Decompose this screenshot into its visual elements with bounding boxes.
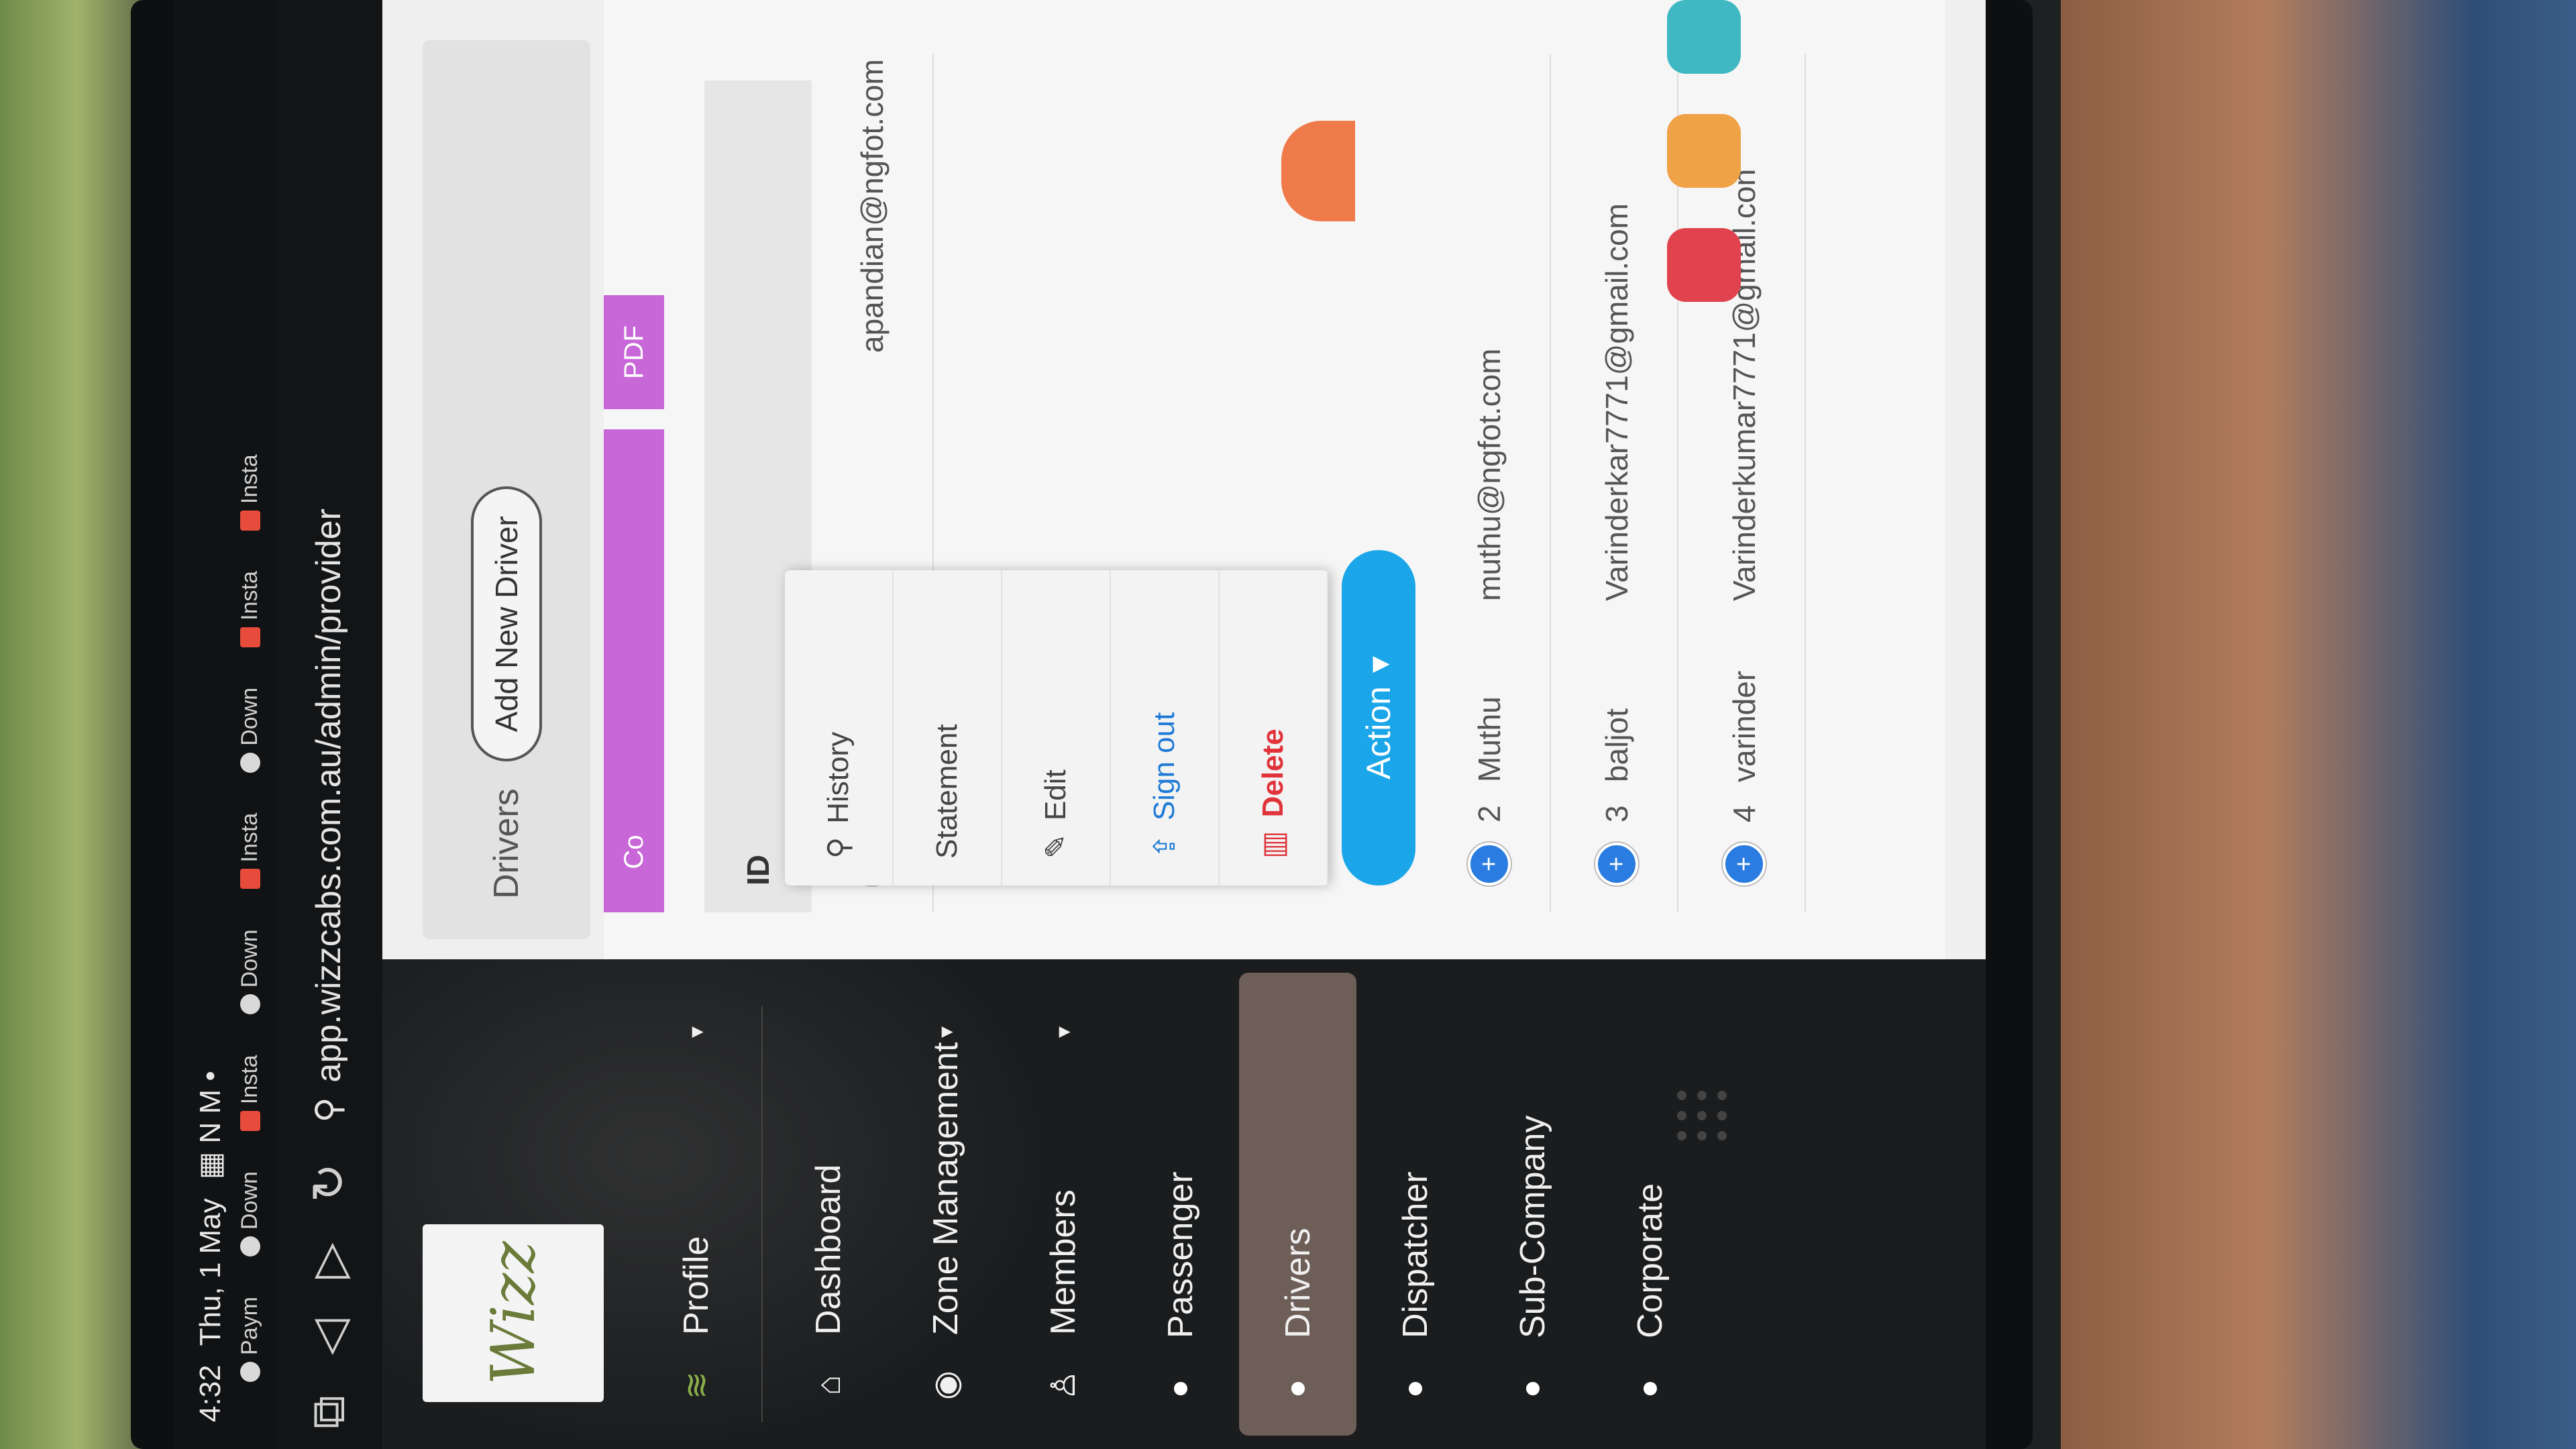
edit-menu-item[interactable]: ✎ Edit (1002, 570, 1111, 885)
column-header-id[interactable]: ID (740, 855, 776, 885)
chevron-down-icon: ▾ (932, 1026, 959, 1038)
signout-menu-item[interactable]: ⇪ Sign out (1111, 570, 1220, 885)
app-dock (1637, 0, 1771, 959)
status-date: Thu, 1 May (193, 1198, 227, 1346)
sidebar-menu: ≋ Profile ▾ ⌂ Dashboard ◉ Zone Managemen… (637, 959, 1709, 1449)
d-logo-icon (239, 627, 260, 647)
calendar-icon[interactable] (1667, 0, 1741, 74)
tab-install[interactable]: Insta (237, 1055, 263, 1132)
divider (761, 1006, 763, 1422)
driver-email: apandian@ngfot.com (855, 59, 890, 353)
rotated-screen: 4:32 Thu, 1 May ▦ N M • Paym Down Insta … (174, 0, 1986, 1449)
wizz-logo-icon: ≋ (677, 1371, 715, 1399)
tabs-icon[interactable]: ⧉ (301, 1395, 356, 1429)
tab-favicon-icon (239, 1362, 260, 1382)
driver-id: 2 (1472, 805, 1507, 822)
driver-id: 3 (1599, 805, 1634, 822)
page-title: Drivers (487, 788, 526, 899)
shield-icon (239, 1236, 260, 1257)
tab-payment[interactable]: Paym (237, 1297, 263, 1382)
forward-icon[interactable]: ▷ (301, 1242, 356, 1279)
row-action-dropdown: ⚲ History Statement ✎ Edit ⇪ Sign out ▥ … (785, 570, 1328, 885)
browser-toolbar: ⧉ ◁ ▷ ↻ ⚲ app.wizzcabs.com.au/admin/prov… (275, 0, 382, 1449)
pdf-export-button[interactable]: PDF (604, 295, 664, 409)
status-time: 4:32 (193, 1364, 227, 1422)
globe-icon: ◉ (926, 1371, 965, 1400)
tab-download[interactable]: Down (237, 688, 263, 773)
logo-text: Wizz (478, 1241, 549, 1385)
app-drawer-icon[interactable] (1677, 1087, 1731, 1140)
statement-menu-item[interactable]: Statement (894, 570, 1002, 885)
shield-icon (239, 752, 260, 773)
export-buttons: Co (604, 429, 664, 912)
caret-down-icon: ▾ (1360, 655, 1397, 674)
reload-icon[interactable]: ↻ (301, 1163, 356, 1203)
export-button[interactable] (604, 671, 664, 792)
expand-row-icon[interactable]: + (1595, 843, 1638, 885)
bullet-icon (1291, 1382, 1305, 1395)
bullet-icon (1525, 1382, 1540, 1395)
user-icon: ♙ (1044, 1370, 1082, 1401)
sidebar-item-profile[interactable]: ≋ Profile ▾ (637, 959, 755, 1449)
driver-name: Muthu (1472, 696, 1507, 782)
action-button[interactable]: Action ▾ (1342, 550, 1415, 885)
pencil-icon: ✎ (1039, 834, 1073, 859)
sidebar-item-members[interactable]: ♙ Members ▾ (1004, 959, 1122, 1449)
delete-menu-item[interactable]: ▥ Delete (1220, 570, 1328, 885)
driver-email: muthu@ngfot.com (1472, 348, 1507, 601)
d-logo-icon (239, 1111, 260, 1132)
sidebar-item-drivers[interactable]: Drivers (1239, 973, 1356, 1436)
copy-export-button[interactable]: Co (604, 792, 664, 912)
url-text: app.wizzcabs.com.au/admin/provider (309, 508, 348, 1083)
tab-download[interactable]: Down (237, 1171, 263, 1257)
bullet-icon (1173, 1382, 1187, 1395)
notification-icons: ▦ N M • (194, 1071, 227, 1180)
address-bar[interactable]: ⚲ app.wizzcabs.com.au/admin/provider (309, 508, 349, 1123)
sidebar-item-sub-company[interactable]: Sub-Company (1474, 959, 1591, 1449)
open-tabs-strip: Paym Down Insta Down Insta Down Insta In… (227, 0, 263, 1449)
status-bar: 4:32 Thu, 1 May ▦ N M • Paym Down Insta … (174, 0, 275, 1449)
export-button[interactable] (604, 550, 664, 671)
sidebar-item-passenger[interactable]: Passenger (1122, 959, 1239, 1449)
expand-row-icon[interactable]: + (1468, 843, 1511, 885)
tab-install[interactable]: Insta (237, 454, 263, 531)
sidebar-item-corporate[interactable]: Corporate (1591, 959, 1709, 1449)
sidebar-item-dashboard[interactable]: ⌂ Dashboard (769, 959, 887, 1449)
site-settings-icon[interactable]: ⚲ (309, 1097, 349, 1123)
app-icon[interactable] (1667, 228, 1741, 302)
status-pill (1281, 121, 1355, 221)
tab-download[interactable]: Down (237, 929, 263, 1015)
home-icon: ⌂ (809, 1375, 847, 1396)
page-header: Drivers Add New Driver (423, 40, 590, 939)
signout-icon: ⇪ (1148, 834, 1181, 859)
table-row: + 2 Muthu muthu@ngfot.com (1429, 54, 1551, 912)
history-menu-item[interactable]: ⚲ History (785, 570, 894, 885)
tab-install[interactable]: Insta (237, 571, 263, 647)
logo[interactable]: Wizz (423, 1224, 604, 1402)
add-new-driver-button[interactable]: Add New Driver (471, 486, 542, 762)
back-icon[interactable]: ◁ (301, 1319, 356, 1355)
sidebar: Wizz ≋ Profile ▾ ⌂ Dashboard ◉ Zone Mana… (382, 959, 1986, 1449)
chevron-down-icon: ▾ (1050, 1026, 1076, 1038)
driver-email: Varinderkar7771@gmail.com (1599, 203, 1634, 601)
sidebar-item-zone-management[interactable]: ◉ Zone Management ▾ (887, 959, 1004, 1449)
chevron-down-icon: ▾ (683, 1026, 709, 1038)
trash-icon: ▥ (1256, 830, 1290, 859)
d-logo-icon (239, 869, 260, 890)
driver-name: baljot (1599, 708, 1634, 782)
sidebar-item-dispatcher[interactable]: Dispatcher (1356, 959, 1474, 1449)
search-icon: ⚲ (822, 837, 855, 859)
d-logo-icon (239, 511, 260, 531)
bullet-icon (1408, 1382, 1422, 1395)
bullet-icon (1643, 1382, 1657, 1395)
device-screen: 4:32 Thu, 1 May ▦ N M • Paym Down Insta … (174, 0, 1986, 1449)
shield-icon (239, 994, 260, 1015)
tab-install[interactable]: Insta (237, 813, 263, 890)
export-button[interactable] (604, 429, 664, 550)
app-icon[interactable] (1667, 114, 1741, 188)
